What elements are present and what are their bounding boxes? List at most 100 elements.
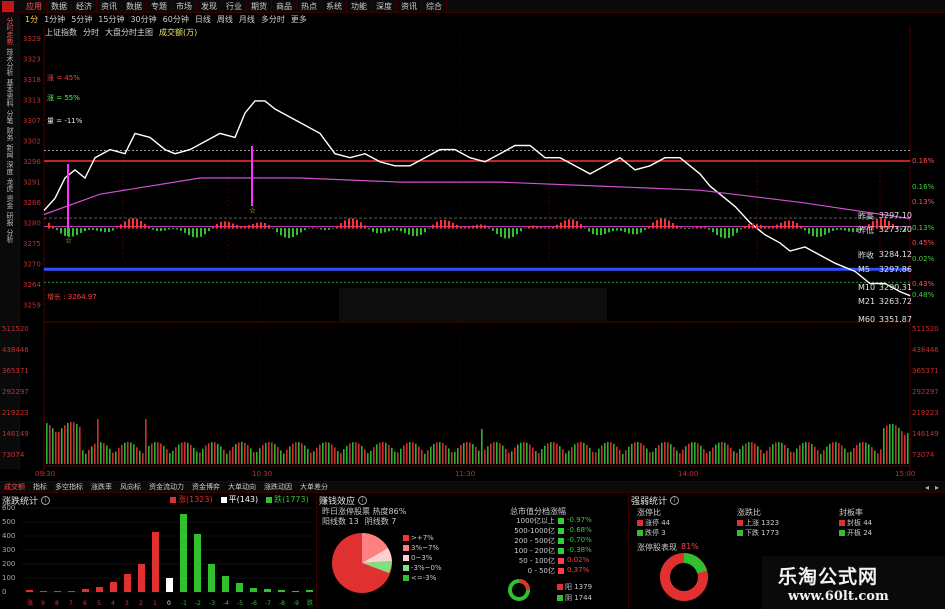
menu-item[interactable]: 经济 xyxy=(72,0,97,13)
index-name[interactable]: 上证指数 xyxy=(45,27,77,38)
indicator-tab[interactable]: 指标 xyxy=(29,482,51,492)
momentum-bar xyxy=(148,226,150,229)
intraday-chart[interactable]: 3329 3323 3318 3313 3307 3302 3296 3291 3286 3280… xyxy=(0,26,945,481)
indicator-tab[interactable]: 资金博弈 xyxy=(188,482,224,492)
menu-item[interactable]: 深度 xyxy=(372,0,397,13)
price-tick-label: 3323 xyxy=(23,56,41,64)
indicator-tab[interactable]: 风向标 xyxy=(116,482,145,492)
momentum-bar xyxy=(728,228,730,238)
period-tab[interactable]: 周线 xyxy=(214,14,236,26)
volume-bar xyxy=(115,451,117,464)
volume-bar xyxy=(271,442,273,464)
volume-bar xyxy=(100,442,102,464)
momentum-bar xyxy=(804,228,806,231)
momentum-bar xyxy=(176,228,178,230)
menu-item[interactable]: 热点 xyxy=(297,0,322,13)
indicator-tab[interactable]: 多空指标 xyxy=(51,482,87,492)
volume-bar xyxy=(457,448,459,464)
volume-bar xyxy=(127,442,129,464)
average-price-line xyxy=(43,177,911,220)
main-chart-name[interactable]: 大盘分时主图 xyxy=(105,27,153,38)
momentum-bar xyxy=(608,228,610,233)
menu-item[interactable]: 系统 xyxy=(322,0,347,13)
momentum-bar xyxy=(456,224,458,229)
period-tab[interactable]: 1分 xyxy=(22,14,41,26)
indicator-tab[interactable]: 涨跌率 xyxy=(87,482,116,492)
menu-item[interactable]: 数据 xyxy=(122,0,147,13)
indicator-tab[interactable]: 大单动向 xyxy=(224,482,260,492)
volume-bar xyxy=(145,419,147,464)
momentum-bar xyxy=(544,227,546,229)
momentum-bar xyxy=(236,224,238,229)
indicator-tab[interactable]: 成交额 xyxy=(0,482,29,492)
app-logo-icon[interactable] xyxy=(2,1,14,12)
period-tab[interactable]: 15分钟 xyxy=(95,14,127,26)
momentum-bar xyxy=(524,228,526,229)
momentum-bar xyxy=(784,221,786,229)
volume-bar xyxy=(277,446,279,464)
period-tab[interactable]: 30分钟 xyxy=(127,14,159,26)
menu-item[interactable]: 发现 xyxy=(197,0,222,13)
volume-bar xyxy=(790,451,792,464)
menu-item[interactable]: 期货 xyxy=(247,0,272,13)
reference-label: M21 xyxy=(858,297,876,306)
momentum-bar xyxy=(128,219,130,229)
indicator-tab[interactable]: 大单差分 xyxy=(296,482,332,492)
momentum-bar xyxy=(364,225,366,229)
period-tab[interactable]: 更多 xyxy=(288,14,310,26)
volume-bar xyxy=(451,452,453,464)
period-tab[interactable]: 日线 xyxy=(192,14,214,26)
period-tab[interactable]: 月线 xyxy=(236,14,258,26)
reference-value: 3273.20 xyxy=(878,225,912,234)
volume-label[interactable]: 成交额(万) xyxy=(159,27,197,38)
volume-bar xyxy=(175,447,177,464)
period-tab[interactable]: 1分钟 xyxy=(41,14,68,26)
period-tab[interactable]: 60分钟 xyxy=(160,14,192,26)
momentum-bar xyxy=(572,219,574,229)
momentum-bar xyxy=(244,226,246,229)
menu-item[interactable]: 资讯 xyxy=(397,0,422,13)
volume-bar xyxy=(130,442,132,464)
cap-tier-value: 0.37% xyxy=(567,566,590,574)
menu-item[interactable]: 市场 xyxy=(172,0,197,13)
top-menu-bar: 应用 数据 经济 资讯 数据 专题 市场 发现 行业 期货 商品 热点 系统 功能 深度 资讯 综合 xyxy=(0,0,945,13)
menu-item[interactable]: 专题 xyxy=(147,0,172,13)
volume-tick-label-right: 365371 xyxy=(912,367,939,375)
volume-bar xyxy=(280,450,282,464)
price-tick-label: 3264 xyxy=(23,281,41,289)
volume-bar xyxy=(190,444,192,464)
volume-bar xyxy=(79,426,81,464)
menu-item[interactable]: 综合 xyxy=(422,0,447,13)
volume-bar xyxy=(865,442,867,464)
volume-bar xyxy=(214,442,216,464)
indicator-tab[interactable]: 资金流动力 xyxy=(145,482,188,492)
momentum-bar xyxy=(588,228,590,232)
menu-item[interactable]: 功能 xyxy=(347,0,372,13)
menu-item[interactable]: 数据 xyxy=(47,0,72,13)
volume-bar xyxy=(613,443,615,464)
volume-bar xyxy=(778,442,780,464)
cap-tier-row: 50 - 100亿 0.02% xyxy=(507,556,592,566)
period-tab[interactable]: 5分钟 xyxy=(68,14,95,26)
volume-bar xyxy=(814,446,816,464)
momentum-bar xyxy=(492,228,494,231)
volume-bar xyxy=(73,422,75,464)
period-tab[interactable]: 多分时 xyxy=(258,14,288,26)
volume-bar xyxy=(109,448,111,464)
menu-item[interactable]: 行业 xyxy=(222,0,247,13)
volume-bar xyxy=(571,447,573,464)
volume-bar xyxy=(361,446,363,464)
stats-x-label: -6 xyxy=(251,600,257,607)
volume-bar xyxy=(811,443,813,464)
indicator-tab[interactable]: 涨跌动因 xyxy=(260,482,296,492)
menu-item[interactable]: 商品 xyxy=(272,0,297,13)
volume-bar xyxy=(889,424,891,464)
redacted-box xyxy=(339,288,607,321)
volume-bar xyxy=(535,451,537,464)
volume-bar xyxy=(847,452,849,464)
momentum-bar xyxy=(712,228,714,233)
menu-item[interactable]: 应用 xyxy=(22,0,47,13)
menu-item[interactable]: 资讯 xyxy=(97,0,122,13)
volume-bar xyxy=(796,448,798,464)
volume-bar xyxy=(91,446,93,464)
